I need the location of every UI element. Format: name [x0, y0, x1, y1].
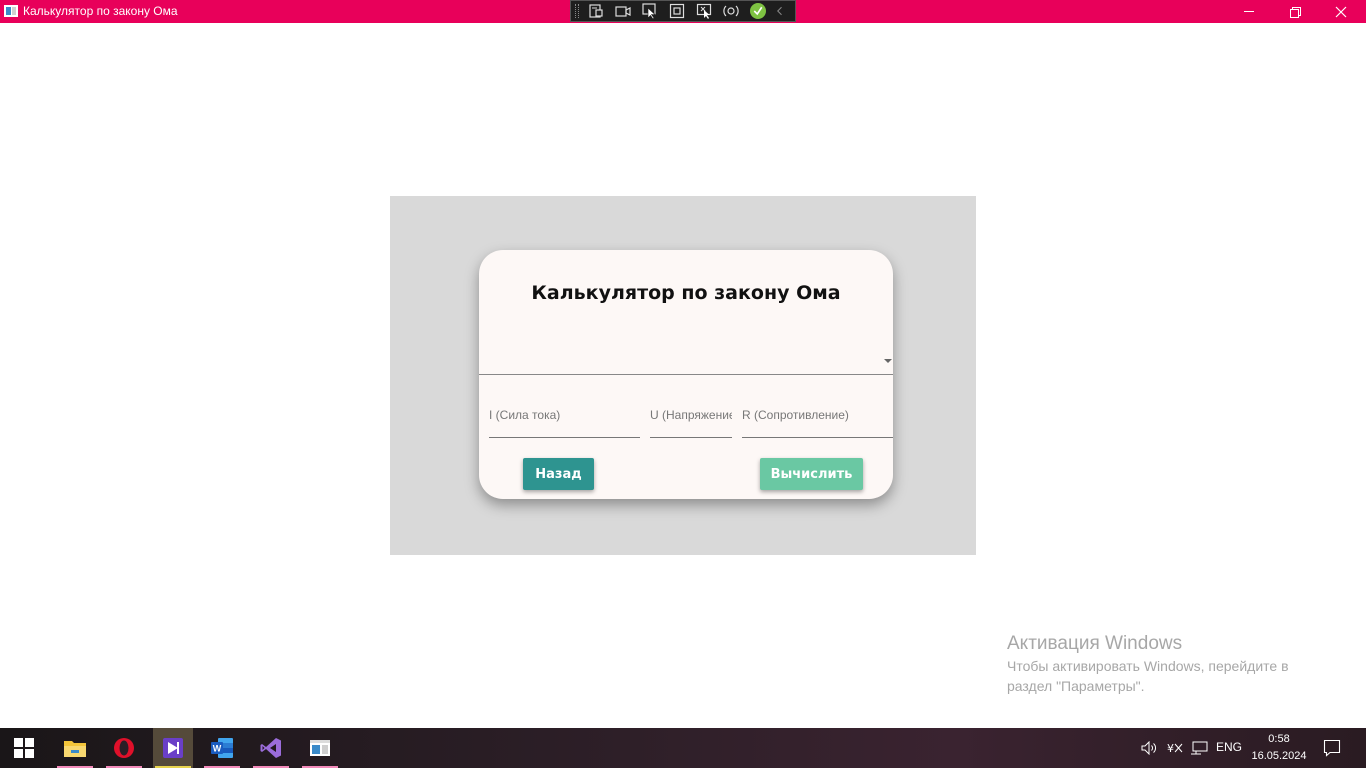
- display-layout-adorners-icon[interactable]: [666, 2, 688, 20]
- taskbar-opera[interactable]: [104, 728, 144, 768]
- input-language[interactable]: ENG: [1216, 740, 1242, 754]
- track-focus-icon[interactable]: [693, 2, 715, 20]
- taskbar-file-explorer[interactable]: [55, 728, 95, 768]
- file-explorer-icon: [64, 741, 86, 757]
- taskbar-wpf-app[interactable]: [300, 728, 340, 768]
- activation-text: Чтобы активировать Windows, перейдите в …: [1007, 658, 1289, 694]
- input-method-icon[interactable]: ¥: [1166, 728, 1184, 768]
- visual-studio-icon: [260, 738, 281, 758]
- taskbar-word[interactable]: W: [202, 728, 242, 768]
- collapse-arrow-icon[interactable]: [774, 2, 786, 20]
- live-visual-tree-icon[interactable]: [585, 2, 607, 20]
- resistance-input[interactable]: [742, 408, 893, 422]
- back-button[interactable]: Назад: [523, 458, 594, 490]
- chevron-down-icon: [884, 359, 892, 363]
- window-title-bar[interactable]: Калькулятор по закону Ома: [0, 0, 1366, 23]
- restore-icon: [1290, 6, 1301, 18]
- windows-activation-watermark: Активация Windows Чтобы активировать Win…: [1007, 633, 1337, 696]
- notification-icon: [1323, 739, 1341, 757]
- close-button[interactable]: [1318, 0, 1364, 23]
- notification-center-button[interactable]: [1323, 739, 1341, 762]
- card-title: Калькулятор по закону Ома: [531, 282, 841, 304]
- hot-reload-icon[interactable]: [720, 2, 742, 20]
- visual-studio-installer-icon: [163, 738, 183, 758]
- restore-button[interactable]: [1272, 0, 1318, 23]
- xaml-binding-ok-icon[interactable]: [747, 2, 769, 20]
- voltage-input[interactable]: [650, 408, 732, 422]
- app-icon: [4, 5, 18, 17]
- start-icon: [14, 738, 34, 758]
- wpf-app-icon: [310, 740, 330, 756]
- svg-text:¥: ¥: [1167, 742, 1174, 755]
- clock-time: 0:58: [1268, 733, 1290, 745]
- word-icon: W: [211, 738, 233, 758]
- taskbar-visual-studio-installer[interactable]: [153, 728, 193, 768]
- xaml-debug-toolbar: [570, 0, 796, 22]
- clock[interactable]: 0:58 16.05.2024: [1248, 731, 1310, 765]
- minimize-button[interactable]: [1226, 0, 1272, 23]
- minimize-icon: [1244, 11, 1254, 12]
- toolbar-grip-icon[interactable]: [575, 4, 579, 18]
- window-title: Калькулятор по закону Ома: [23, 4, 178, 18]
- svg-text:W: W: [213, 744, 222, 754]
- taskbar: W ¥ ENG 0:58 16.05.2024: [0, 728, 1366, 768]
- current-field[interactable]: [489, 398, 640, 438]
- close-icon: [1335, 6, 1347, 17]
- select-element-icon[interactable]: [639, 2, 661, 20]
- calculator-card: Калькулятор по закону Ома Назад Вычислит…: [479, 250, 893, 499]
- taskbar-visual-studio[interactable]: [251, 728, 291, 768]
- calculate-button[interactable]: Вычислить: [760, 458, 863, 490]
- resistance-field[interactable]: [742, 398, 893, 438]
- mode-combobox[interactable]: [479, 348, 893, 375]
- voltage-field[interactable]: [650, 398, 732, 438]
- start-button[interactable]: [4, 728, 44, 768]
- current-input[interactable]: [489, 408, 640, 422]
- content-panel: Калькулятор по закону Ома Назад Вычислит…: [390, 196, 976, 555]
- network-icon[interactable]: [1190, 728, 1208, 768]
- activation-title: Активация Windows: [1007, 633, 1183, 654]
- opera-icon: [114, 738, 134, 758]
- record-icon[interactable]: [612, 2, 634, 20]
- clock-date: 16.05.2024: [1251, 750, 1307, 762]
- volume-icon[interactable]: [1141, 728, 1159, 768]
